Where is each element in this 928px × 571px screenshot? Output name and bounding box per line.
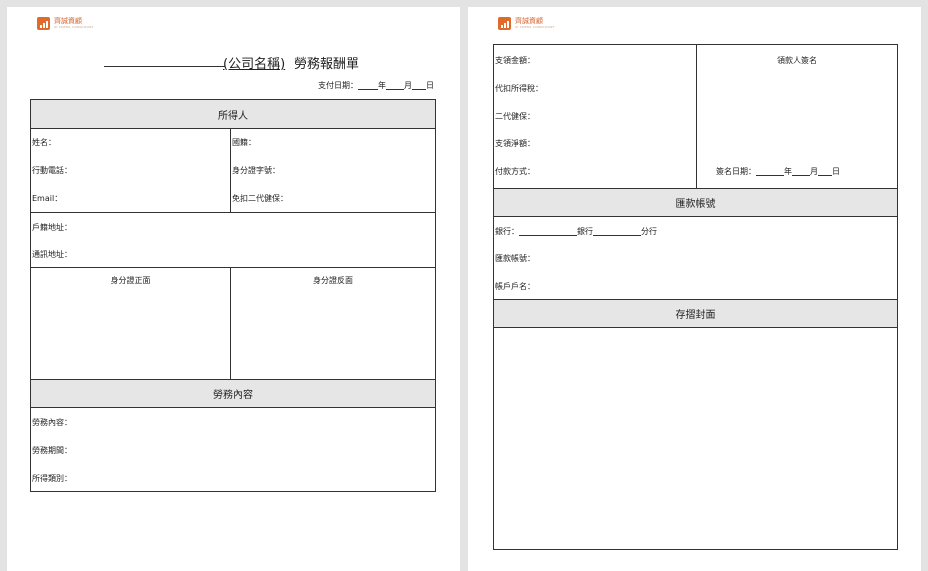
net-amount-field[interactable]: 支領淨額： <box>495 138 535 149</box>
phone-field[interactable]: 行動電話： <box>32 165 72 176</box>
sign-date-label: 簽名日期： <box>716 167 756 176</box>
pay-date-day-blank[interactable] <box>412 81 426 90</box>
bank-name-blank[interactable] <box>519 227 577 236</box>
payment-form: 支領金額： 代扣所得稅： 二代健保： 支領淨額： 付款方式： 領款人簽名 簽名日… <box>493 44 898 550</box>
email-field[interactable]: Email： <box>32 193 62 204</box>
form-page-left: 齊誠資顧 QI CHENG CONSULTANT (公司名稱) 勞務報酬單 支付… <box>7 7 460 571</box>
divider <box>230 129 231 212</box>
logo-subtitle: QI CHENG CONSULTANT <box>54 25 94 29</box>
sign-date-day-blank[interactable] <box>818 167 832 176</box>
nationality-field[interactable]: 國籍： <box>232 137 256 148</box>
company-name-label: (公司名稱) <box>223 57 286 72</box>
id-front-upload[interactable]: 身分證正面 <box>31 275 230 286</box>
divider <box>31 267 435 268</box>
id-number-field[interactable]: 身分證字號： <box>232 165 280 176</box>
form-title: (公司名稱) 勞務報酬單 <box>7 51 460 72</box>
sign-date-year-blank[interactable] <box>756 167 784 176</box>
account-name-field[interactable]: 帳戶戶名： <box>495 281 535 292</box>
pay-date: 支付日期： 年 月 日 <box>318 80 434 91</box>
bank-label: 銀行： <box>495 227 519 236</box>
labor-content-field[interactable]: 勞務內容： <box>32 417 72 428</box>
pay-amount-field[interactable]: 支領金額： <box>495 55 535 66</box>
logo-name: 齊誠資顧 <box>515 17 543 25</box>
withholding-tax-field[interactable]: 代扣所得稅： <box>495 83 543 94</box>
logo-subtitle: QI CHENG CONSULTANT <box>515 25 555 29</box>
id-back-upload[interactable]: 身分證反面 <box>231 275 435 286</box>
company-logo: 齊誠資顧 QI CHENG CONSULTANT <box>498 17 555 30</box>
divider <box>696 45 697 188</box>
bar-chart-icon <box>498 17 511 30</box>
nhi-exempt-field[interactable]: 免扣二代健保： <box>232 193 288 204</box>
mail-address-field[interactable]: 通訊地址： <box>32 249 72 260</box>
section-cover-header: 存摺封面 <box>494 300 897 328</box>
divider <box>31 212 435 213</box>
form-page-right: 齊誠資顧 QI CHENG CONSULTANT 支領金額： 代扣所得稅： 二代… <box>468 7 921 571</box>
bank-field: 銀行： 銀行 分行 <box>495 226 657 237</box>
pay-date-month-blank[interactable] <box>386 81 404 90</box>
sign-date-day-label: 日 <box>832 167 840 176</box>
income-form: 所得人 姓名： 國籍： 行動電話： 身分證字號： Email： 免扣二代健保： … <box>30 99 436 492</box>
branch-suffix: 分行 <box>641 227 657 236</box>
section-income-header: 所得人 <box>31 100 435 129</box>
logo-name: 齊誠資顧 <box>54 17 82 25</box>
nhi-second-field[interactable]: 二代健保： <box>495 111 535 122</box>
pay-date-year-blank[interactable] <box>358 81 378 90</box>
pay-date-year-label: 年 <box>378 81 386 90</box>
name-field[interactable]: 姓名： <box>32 137 56 148</box>
pay-date-label: 支付日期： <box>318 81 358 90</box>
payee-signature-label: 領款人簽名 <box>777 56 817 65</box>
sign-date-month-blank[interactable] <box>792 167 810 176</box>
pay-date-day-label: 日 <box>426 81 434 90</box>
section-labor-header: 勞務內容 <box>31 380 435 408</box>
sign-date-month-label: 月 <box>810 167 818 176</box>
company-name-blank[interactable] <box>104 66 225 67</box>
sign-date-year-label: 年 <box>784 167 792 176</box>
page-title: 勞務報酬單 <box>294 57 360 72</box>
branch-name-blank[interactable] <box>593 227 641 236</box>
bank-suffix: 銀行 <box>577 227 593 236</box>
labor-period-field[interactable]: 勞務期間： <box>32 445 72 456</box>
income-type-field[interactable]: 所得類別： <box>32 473 72 484</box>
section-remit-header: 匯款帳號 <box>494 189 897 217</box>
payment-method-field[interactable]: 付款方式： <box>495 166 535 177</box>
company-logo: 齊誠資顧 QI CHENG CONSULTANT <box>37 17 94 30</box>
sign-date: 簽名日期： 年 月 日 <box>716 166 840 177</box>
pay-date-month-label: 月 <box>404 81 412 90</box>
account-number-field[interactable]: 匯款帳號： <box>495 253 535 264</box>
bar-chart-icon <box>37 17 50 30</box>
household-address-field[interactable]: 戶籍地址： <box>32 222 72 233</box>
